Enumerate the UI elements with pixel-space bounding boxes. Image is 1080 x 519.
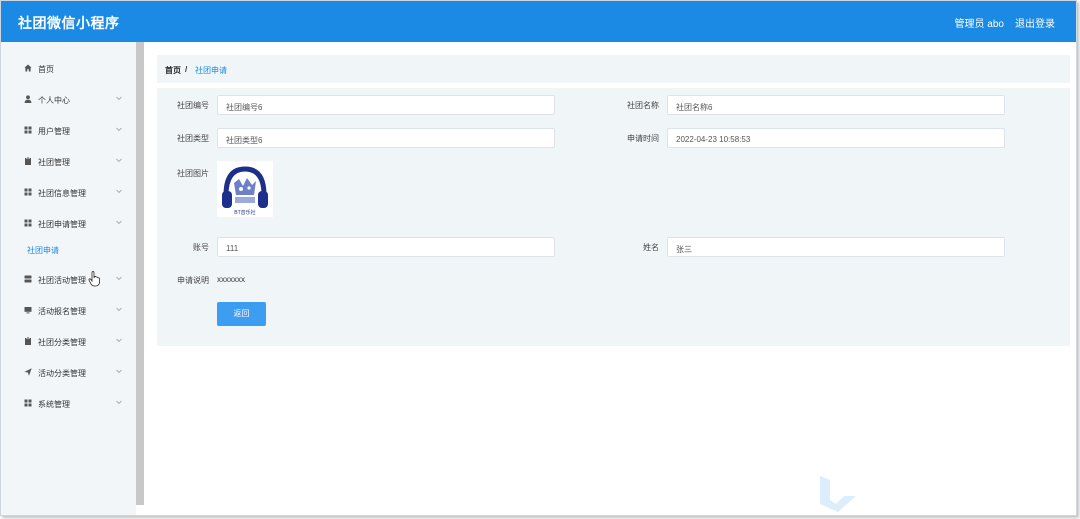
breadcrumb-home[interactable]: 首页 bbox=[165, 65, 181, 76]
chevron-down-icon bbox=[116, 96, 122, 101]
sidebar-item-label: 活动报名管理 bbox=[38, 307, 86, 316]
grid-icon bbox=[24, 126, 32, 134]
sidebar-item-club-management[interactable]: 社团管理 bbox=[1, 151, 136, 171]
chevron-down-icon bbox=[116, 220, 122, 225]
account-label: 账号 bbox=[193, 243, 209, 252]
sidebar-subitem-club-application[interactable]: 社团申请 bbox=[27, 245, 59, 256]
chevron-down-icon bbox=[116, 369, 122, 374]
grid-icon bbox=[24, 188, 32, 196]
sidebar-item-system-management[interactable]: 系统管理 bbox=[1, 393, 136, 413]
name-field[interactable]: 张三 bbox=[667, 237, 1005, 257]
sidebar-item-label: 系统管理 bbox=[38, 400, 70, 409]
admin-user-label: 管理员 abo bbox=[954, 19, 1004, 30]
sidebar-item-label: 社团申请管理 bbox=[38, 220, 86, 229]
main-content: 首页 / 社团申请 社团编号 社团编号6 社团名称 社团名称6 社团类型 社团类… bbox=[149, 42, 1076, 515]
club-type-field[interactable]: 社团类型6 bbox=[217, 128, 555, 148]
chevron-down-icon bbox=[116, 127, 122, 132]
sidebar-item-activity-signup-management[interactable]: 活动报名管理 bbox=[1, 300, 136, 320]
club-no-label: 社团编号 bbox=[177, 101, 209, 110]
club-image-label: 社团图片 bbox=[177, 169, 209, 178]
grid-icon bbox=[24, 219, 32, 227]
sidebar-item-label: 社团管理 bbox=[38, 158, 70, 167]
sidebar-item-label: 社团信息管理 bbox=[38, 189, 86, 198]
return-button[interactable]: 返回 bbox=[217, 302, 266, 326]
sidebar-scrollbar[interactable] bbox=[136, 42, 144, 505]
apply-time-label: 申请时间 bbox=[627, 134, 659, 143]
sidebar-item-home[interactable]: 首页 bbox=[1, 58, 136, 78]
clipboard-icon bbox=[25, 337, 31, 345]
top-bar: 社团微信小程序 管理员 abo 退出登录 bbox=[1, 1, 1076, 42]
club-name-field[interactable]: 社团名称6 bbox=[667, 95, 1005, 115]
account-field[interactable]: 111 bbox=[217, 237, 555, 257]
server-icon bbox=[24, 275, 32, 283]
sidebar-item-club-activity-management[interactable]: 社团活动管理 bbox=[1, 269, 136, 289]
home-icon bbox=[24, 64, 32, 72]
application-detail-form: 社团编号 社团编号6 社团名称 社团名称6 社团类型 社团类型6 申请时间 20… bbox=[157, 88, 1070, 346]
description-label: 申请说明 bbox=[177, 276, 209, 285]
watermark-logo-icon bbox=[820, 476, 856, 512]
sidebar-item-label: 首页 bbox=[38, 65, 54, 74]
monitor-icon bbox=[24, 307, 32, 314]
sidebar-item-personal-center[interactable]: 个人中心 bbox=[1, 89, 136, 109]
sidebar: 首页 个人中心 用户管理 社团管理 社团信息管理 社团申请管理 社团申请 社团活… bbox=[1, 42, 136, 515]
logout-link[interactable]: 退出登录 bbox=[1015, 15, 1055, 30]
chevron-down-icon bbox=[116, 189, 122, 194]
club-type-label: 社团类型 bbox=[177, 134, 209, 143]
app-window: 社团微信小程序 管理员 abo 退出登录 首页 个人中心 用户管理 社团管理 社… bbox=[0, 0, 1077, 516]
sidebar-item-club-info-management[interactable]: 社团信息管理 bbox=[1, 182, 136, 202]
club-image[interactable]: BT音乐社 bbox=[217, 161, 273, 217]
description-value: xxxxxxx bbox=[217, 275, 245, 284]
breadcrumb: 首页 / 社团申请 bbox=[157, 55, 1070, 83]
club-no-field[interactable]: 社团编号6 bbox=[217, 95, 555, 115]
chevron-down-icon bbox=[116, 400, 122, 405]
sidebar-item-label: 个人中心 bbox=[38, 96, 70, 105]
sidebar-item-label: 用户管理 bbox=[38, 127, 70, 136]
sidebar-item-label: 社团分类管理 bbox=[38, 338, 86, 347]
chevron-down-icon bbox=[116, 338, 122, 343]
sidebar-item-club-category-management[interactable]: 社团分类管理 bbox=[1, 331, 136, 351]
breadcrumb-current: 社团申请 bbox=[195, 66, 227, 75]
sidebar-item-club-application-management[interactable]: 社团申请管理 bbox=[1, 213, 136, 233]
app-title: 社团微信小程序 bbox=[18, 15, 120, 31]
breadcrumb-separator: / bbox=[185, 65, 188, 74]
chevron-down-icon bbox=[116, 158, 122, 163]
name-label: 姓名 bbox=[643, 243, 659, 252]
club-image-caption: BT音乐社 bbox=[234, 210, 256, 216]
apply-time-field[interactable]: 2022-04-23 10:58:53 bbox=[667, 128, 1005, 148]
sidebar-item-activity-category-management[interactable]: 活动分类管理 bbox=[1, 362, 136, 382]
sidebar-item-label: 活动分类管理 bbox=[38, 369, 86, 378]
send-icon bbox=[24, 368, 32, 376]
sidebar-item-label: 社团活动管理 bbox=[38, 276, 86, 285]
chevron-down-icon bbox=[116, 307, 122, 312]
user-icon bbox=[24, 95, 32, 103]
club-name-label: 社团名称 bbox=[627, 101, 659, 110]
grid-icon bbox=[24, 399, 32, 407]
chevron-down-icon bbox=[116, 276, 122, 281]
sidebar-item-user-management[interactable]: 用户管理 bbox=[1, 120, 136, 140]
clipboard-icon bbox=[25, 157, 31, 165]
hand-cursor-icon bbox=[88, 271, 100, 287]
